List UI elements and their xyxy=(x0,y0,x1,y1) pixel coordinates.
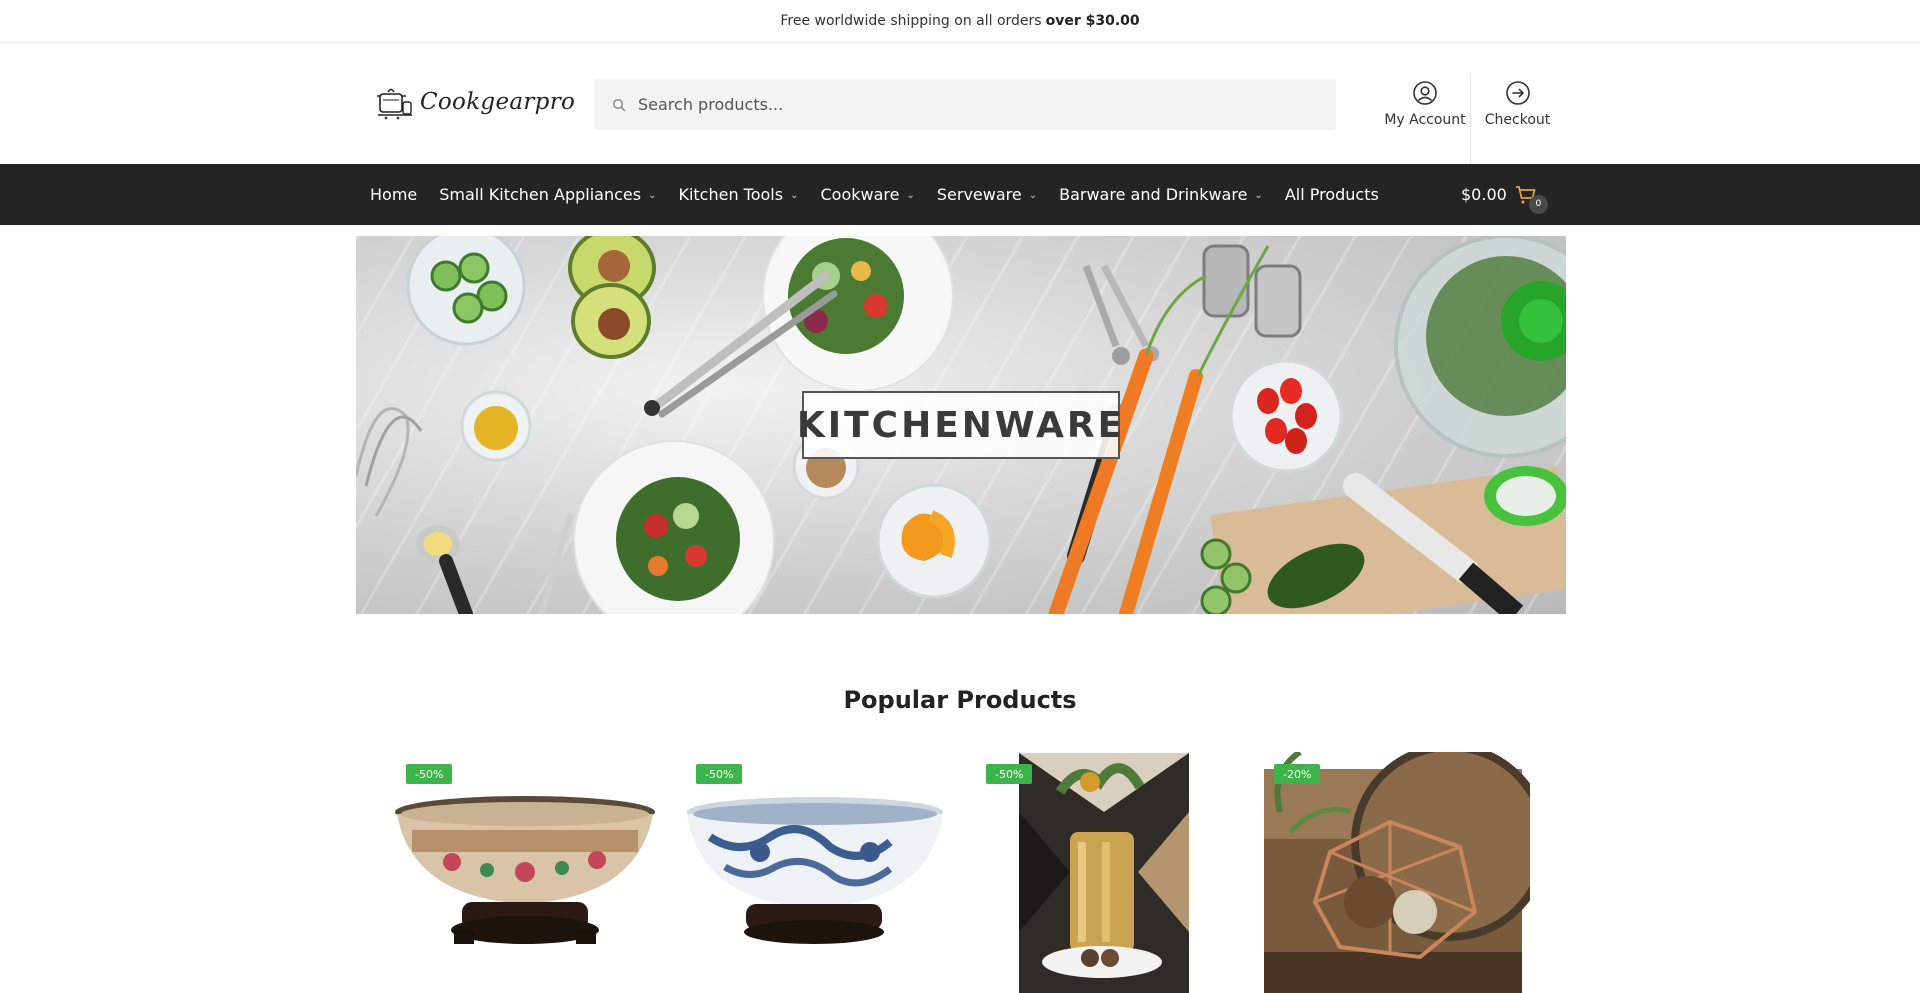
cooking-pot-icon xyxy=(377,88,412,120)
site-logo[interactable]: Cookgearpro xyxy=(374,84,575,120)
nav-item[interactable]: Serveware ⌄ xyxy=(937,185,1037,204)
my-account-label: My Account xyxy=(1384,112,1466,128)
chevron-down-icon: ⌄ xyxy=(790,190,799,201)
discount-badge: -20% xyxy=(1274,764,1321,784)
cart-link[interactable]: $0.00 0 xyxy=(1461,164,1548,225)
nav-item-label: Cookware xyxy=(820,185,900,204)
shipping-banner: Free worldwide shipping on all orders ov… xyxy=(0,0,1920,43)
product-card[interactable]: -50% xyxy=(680,752,950,993)
search-input[interactable] xyxy=(638,95,1318,114)
discount-badge: -50% xyxy=(986,764,1033,784)
discount-badge: -50% xyxy=(406,764,453,784)
main-navigation: Home Small Kitchen Appliances ⌄ Kitchen Too… xyxy=(0,164,1920,225)
product-card[interactable]: -50% xyxy=(392,752,662,993)
arrow-right-circle-icon xyxy=(1505,81,1530,105)
hero-label: KITCHENWARE xyxy=(797,391,1122,459)
product-image[interactable] xyxy=(392,752,662,993)
checkout-link[interactable]: Checkout xyxy=(1470,74,1564,166)
nav-item-label: All Products xyxy=(1284,185,1379,204)
checkout-label: Checkout xyxy=(1484,112,1551,128)
chevron-down-icon: ⌄ xyxy=(906,190,915,201)
product-card[interactable]: -50% xyxy=(970,752,1240,993)
product-image[interactable] xyxy=(680,752,950,993)
nav-item[interactable]: Home xyxy=(370,185,417,204)
nav-item[interactable]: Small Kitchen Appliances ⌄ xyxy=(439,185,656,204)
site-header: Cookgearpro My Account Checkout xyxy=(0,44,1920,166)
search-icon xyxy=(612,98,626,112)
search-bar xyxy=(594,79,1336,130)
shipping-banner-highlight: over $30.00 xyxy=(1045,13,1140,29)
nav-item-label: Kitchen Tools xyxy=(678,185,784,204)
chevron-down-icon: ⌄ xyxy=(648,190,657,201)
nav-menu: Home Small Kitchen Appliances ⌄ Kitchen Too… xyxy=(370,164,1401,225)
nav-item-label: Home xyxy=(370,185,418,204)
nav-item[interactable]: All Products xyxy=(1285,185,1379,204)
my-account-link[interactable]: My Account xyxy=(1370,80,1480,128)
nav-item[interactable]: Kitchen Tools ⌄ xyxy=(678,185,798,204)
nav-item-label: Serveware xyxy=(936,185,1022,204)
chevron-down-icon: ⌄ xyxy=(1254,190,1263,201)
hero-banner[interactable]: KITCHENWARE xyxy=(356,236,1566,614)
nav-item-label: Small Kitchen Appliances xyxy=(439,185,642,204)
cart-icon-wrap: 0 xyxy=(1515,184,1548,214)
product-card[interactable]: -20% xyxy=(1260,752,1530,993)
discount-badge: -50% xyxy=(696,764,743,784)
product-image[interactable] xyxy=(970,752,1240,993)
cart-total: $0.00 xyxy=(1461,185,1507,204)
product-image[interactable] xyxy=(1260,752,1530,993)
nav-item[interactable]: Cookware ⌄ xyxy=(820,185,914,204)
nav-item-label: Barware and Drinkware xyxy=(1059,185,1248,204)
shipping-banner-text: Free worldwide shipping on all orders xyxy=(780,13,1042,29)
cart-count-badge: 0 xyxy=(1528,194,1548,214)
chevron-down-icon: ⌄ xyxy=(1028,190,1038,201)
nav-item[interactable]: Barware and Drinkware ⌄ xyxy=(1059,185,1263,204)
logo-text: Cookgearpro xyxy=(420,89,576,115)
user-circle-icon xyxy=(1413,81,1437,105)
popular-products-heading: Popular Products xyxy=(843,686,1077,714)
